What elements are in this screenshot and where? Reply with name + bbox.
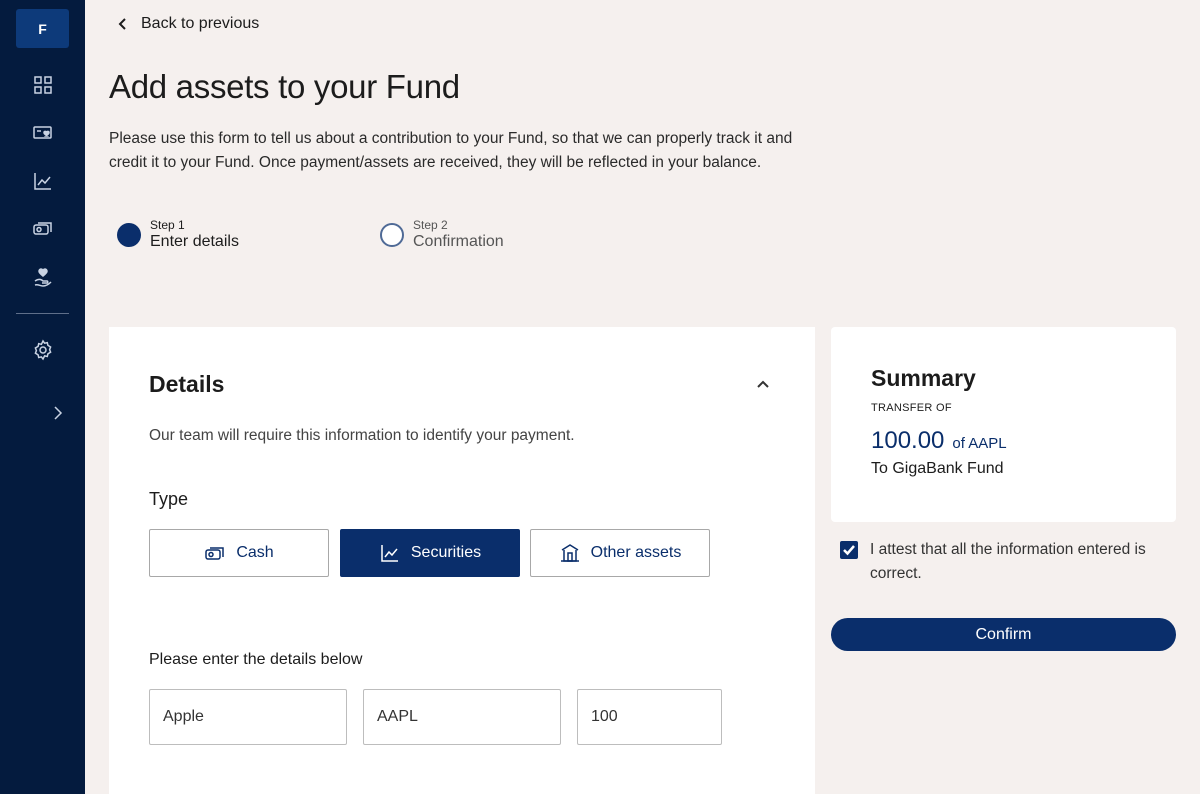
type-securities-button[interactable]: Securities: [340, 529, 520, 577]
type-securities-label: Securities: [410, 544, 482, 561]
summary-recipient: To GigaBank Fund: [871, 460, 1004, 477]
type-cash-label: Cash: [236, 544, 274, 561]
back-link[interactable]: Back to previous: [117, 13, 259, 35]
summary-amount: 100.00 of AAPL: [871, 427, 1007, 455]
hand-heart-icon[interactable]: [30, 265, 56, 291]
step-1-number: Step 1: [150, 218, 185, 232]
page-intro: Please use this form to tell us about a …: [109, 130, 793, 171]
page-title: Add assets to your Fund: [109, 68, 460, 105]
gear-icon[interactable]: [30, 337, 56, 363]
summary-title: Summary: [871, 365, 976, 391]
type-other-assets-label: Other assets: [590, 544, 682, 561]
chevron-up-icon: [757, 380, 769, 388]
step-1: Step 1 Enter details: [117, 218, 239, 252]
step-2-number: Step 2: [413, 218, 448, 232]
type-cash-button[interactable]: Cash: [149, 529, 329, 577]
chevron-left-icon: [118, 18, 126, 30]
step-2-indicator: [380, 223, 404, 247]
step-2-label: Confirmation: [413, 233, 504, 250]
details-card: Details Our team will require this infor…: [109, 327, 815, 794]
details-title: Details: [149, 371, 225, 397]
dashboard-grid-icon[interactable]: [30, 72, 56, 98]
summary-card: Summary TRANSFER OF 100.00 of AAPL To Gi…: [831, 327, 1176, 522]
checkmark-icon: [843, 545, 855, 556]
chevron-right-icon[interactable]: [45, 400, 71, 426]
cash-icon[interactable]: [30, 216, 56, 242]
summary-amount-value: 100.00: [871, 427, 945, 454]
quantity-input[interactable]: [577, 689, 722, 745]
bank-building-icon: [560, 544, 579, 562]
chart-line-icon[interactable]: [30, 168, 56, 194]
sidebar: F: [0, 0, 85, 794]
type-label: Type: [149, 489, 189, 509]
back-label: Back to previous: [141, 15, 260, 32]
collapse-button[interactable]: [754, 375, 772, 393]
security-name-input[interactable]: [149, 689, 347, 745]
chart-line-icon: [381, 545, 398, 562]
step-1-label: Enter details: [150, 233, 239, 250]
card-heart-icon[interactable]: [30, 121, 56, 147]
attest-checkbox[interactable]: [840, 541, 858, 559]
type-other-assets-button[interactable]: Other assets: [530, 529, 710, 577]
summary-subtitle: TRANSFER OF: [871, 402, 952, 414]
details-description: Our team will require this information t…: [149, 427, 575, 444]
attest-row: I attest that all the information entere…: [840, 538, 1160, 586]
cash-icon: [205, 547, 225, 560]
step-2: Step 2 Confirmation: [380, 218, 504, 252]
fund-logo-button[interactable]: F: [16, 9, 69, 48]
ticker-input[interactable]: [363, 689, 561, 745]
confirm-button[interactable]: Confirm: [831, 618, 1176, 651]
enter-details-label: Please enter the details below: [149, 651, 363, 668]
step-1-indicator: [117, 223, 141, 247]
attest-text: I attest that all the information entere…: [870, 541, 1146, 582]
summary-amount-asset: of AAPL: [952, 435, 1007, 452]
sidebar-divider: [16, 313, 69, 314]
